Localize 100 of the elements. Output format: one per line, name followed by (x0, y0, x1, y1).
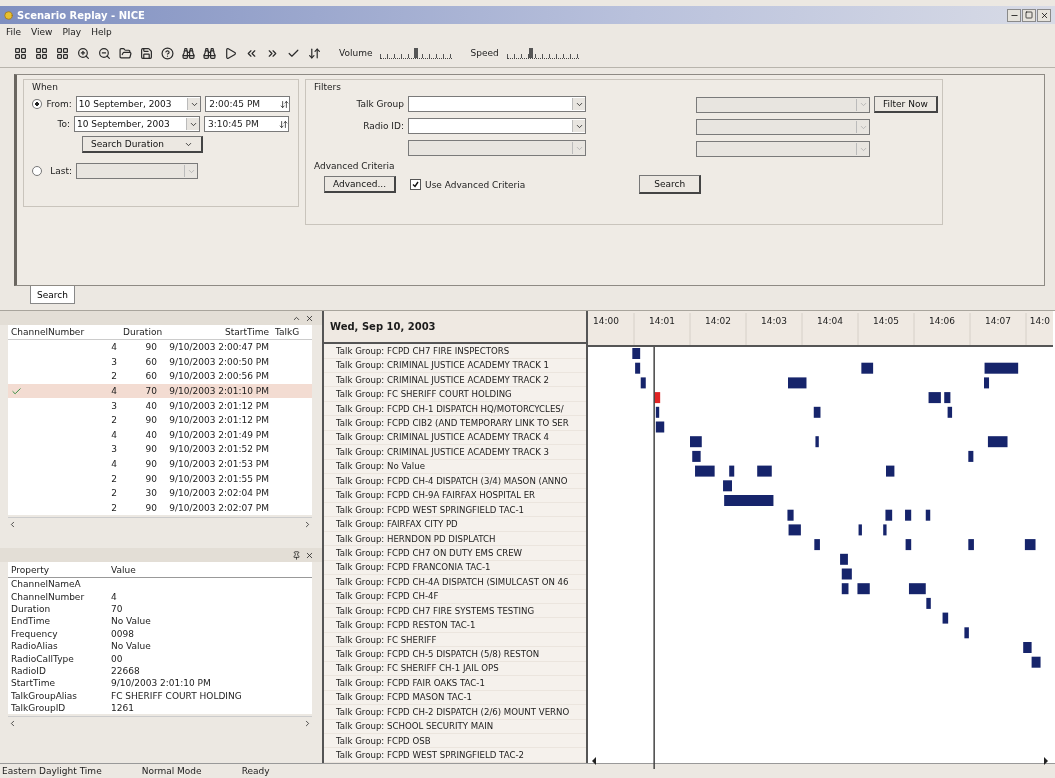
sort-icon[interactable] (308, 46, 321, 60)
zoom-in-icon[interactable] (77, 46, 90, 60)
call-bar[interactable] (787, 509, 794, 521)
dropdown-arrow-button[interactable] (186, 118, 199, 130)
radio-id-field[interactable] (408, 118, 586, 134)
call-bar[interactable] (968, 539, 974, 551)
call-bar[interactable] (655, 406, 660, 418)
call-bar[interactable] (1031, 656, 1041, 668)
call-bar[interactable] (858, 524, 862, 536)
call-bar[interactable] (883, 524, 887, 536)
table-row[interactable]: 2 90 9/10/2003 2:01:55 PM (8, 471, 312, 486)
minimize-button[interactable] (1007, 8, 1021, 22)
search-button[interactable]: Search (639, 175, 702, 194)
table-row[interactable]: 4 90 9/10/2003 2:01:53 PM (8, 456, 312, 472)
table-row[interactable]: 3 90 9/10/2003 2:01:52 PM (8, 442, 312, 457)
table-row[interactable]: 4 70 9/10/2003 2:01:10 PM (8, 383, 312, 399)
date-field[interactable]: 10 September, 2003 (74, 116, 200, 132)
call-bar[interactable] (885, 509, 893, 521)
call-bar[interactable] (944, 392, 951, 404)
call-bar[interactable] (632, 348, 641, 359)
call-bar[interactable] (655, 421, 665, 433)
binoculars-icon[interactable] (182, 46, 195, 60)
call-bar[interactable] (926, 597, 931, 609)
menu-item[interactable]: View (31, 26, 53, 37)
call-bar[interactable] (905, 509, 912, 521)
folder-icon[interactable] (119, 46, 132, 60)
call-bar[interactable] (841, 568, 852, 580)
call-bar[interactable] (964, 627, 969, 639)
call-bar[interactable] (695, 465, 715, 477)
call-bar[interactable] (947, 406, 953, 418)
checkbox[interactable] (410, 179, 422, 190)
call-bar[interactable] (813, 406, 821, 418)
call-bar[interactable] (1024, 539, 1036, 551)
tab[interactable]: Search (30, 286, 75, 304)
call-bar[interactable] (692, 450, 701, 462)
filter-now-button[interactable]: Filter Now (874, 96, 938, 113)
binoculars-icon[interactable] (203, 46, 216, 60)
table-row[interactable]: 4 90 9/10/2003 2:00:47 PM (8, 340, 312, 355)
dropdown-arrow-button[interactable] (572, 98, 585, 110)
call-bar[interactable] (984, 362, 1019, 374)
time-field[interactable]: 2:00:45 PM (205, 96, 290, 112)
column-header[interactable]: ChannelNumber (8, 327, 120, 337)
call-bar[interactable] (788, 524, 801, 536)
table-row[interactable]: 2 90 9/10/2003 2:01:12 PM (8, 412, 312, 428)
call-bar[interactable] (987, 436, 1008, 448)
call-bar[interactable] (635, 362, 641, 374)
scroll-right-icon[interactable] (1044, 757, 1048, 765)
spinner-icon[interactable] (280, 99, 289, 109)
call-bar[interactable] (908, 583, 926, 595)
call-bar[interactable] (841, 583, 849, 595)
call-bar[interactable] (942, 612, 949, 624)
menu-item[interactable]: Play (62, 26, 82, 37)
pin-icon[interactable] (292, 550, 301, 560)
dropdown-arrow-button[interactable] (187, 98, 201, 110)
table-row[interactable]: 2 60 9/10/2003 2:00:56 PM (8, 369, 312, 384)
call-bar[interactable] (968, 450, 974, 462)
call-bar[interactable] (928, 392, 941, 404)
close-button[interactable] (1037, 8, 1051, 22)
help-icon[interactable] (161, 46, 174, 60)
call-bar[interactable] (815, 436, 819, 448)
column-header[interactable]: Property (8, 564, 108, 575)
call-bar[interactable] (729, 465, 735, 477)
call-bar[interactable] (984, 377, 990, 389)
close-icon[interactable] (305, 550, 314, 560)
call-bar[interactable] (925, 509, 931, 521)
table-row[interactable]: 2 90 9/10/2003 2:02:07 PM (8, 500, 312, 516)
call-bar[interactable] (757, 465, 772, 477)
date-field[interactable]: 10 September, 2003 (75, 96, 202, 112)
search-duration-button[interactable]: Search Duration (82, 136, 203, 153)
close-icon[interactable] (305, 313, 314, 323)
call-bar[interactable] (857, 583, 870, 595)
table-row[interactable]: 2 30 9/10/2003 2:02:04 PM (8, 485, 312, 501)
column-header[interactable]: TalkG (272, 327, 306, 337)
column-header[interactable]: Duration (120, 327, 160, 337)
call-bar[interactable] (905, 539, 912, 551)
call-bar[interactable] (640, 377, 646, 389)
call-bar[interactable] (788, 377, 807, 389)
save-icon[interactable] (140, 46, 153, 60)
menu-item[interactable]: Help (91, 26, 112, 37)
spinner-icon[interactable] (279, 119, 288, 129)
talk-group-field[interactable] (408, 96, 586, 112)
column-header[interactable]: Value (108, 564, 312, 575)
radio-button[interactable] (32, 99, 42, 109)
table-row[interactable]: 4 40 9/10/2003 2:01:49 PM (8, 427, 312, 443)
table-row[interactable]: 3 60 9/10/2003 2:00:50 PM (8, 354, 312, 370)
call-bar[interactable] (690, 436, 702, 448)
advanced-button[interactable]: Advanced... (324, 176, 397, 193)
call-bar[interactable] (886, 465, 895, 477)
grid-icon[interactable] (14, 46, 27, 60)
zoom-out-icon[interactable] (98, 46, 111, 60)
call-bar[interactable] (840, 553, 848, 565)
call-bar[interactable] (814, 539, 820, 551)
scroll-left-icon[interactable] (592, 757, 596, 765)
grid-icon[interactable] (56, 46, 69, 60)
call-bar[interactable] (723, 480, 732, 492)
call-bar[interactable] (861, 362, 874, 374)
time-field[interactable]: 3:10:45 PM (204, 116, 289, 132)
menu-item[interactable]: File (6, 26, 22, 37)
play-icon[interactable] (224, 46, 237, 60)
grid-icon[interactable] (35, 46, 48, 60)
